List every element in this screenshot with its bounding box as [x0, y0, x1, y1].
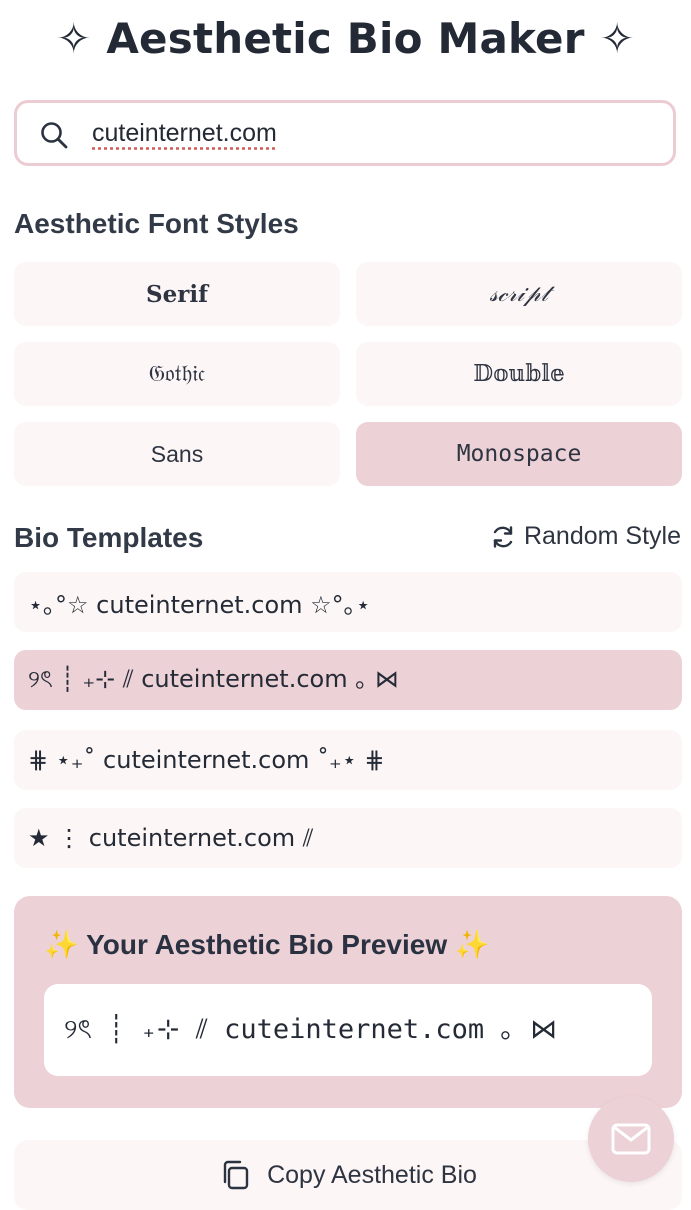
font-option-double[interactable]: 𝔻𝕠𝕦𝕓𝕝𝕖 — [356, 342, 682, 406]
copy-icon — [223, 1160, 249, 1190]
contact-button[interactable] — [588, 1096, 674, 1182]
template-item[interactable]: ୨ৎ ┊ ₊⊹ ⫽ cuteinternet.com ｡ ⋈ — [14, 650, 682, 710]
template-item[interactable]: ⋕ ⋆₊˚ cuteinternet.com ˚₊⋆ ⋕ — [14, 730, 682, 790]
font-option-sans[interactable]: Sans — [14, 422, 340, 486]
search-field[interactable]: cuteinternet.com — [14, 100, 676, 166]
random-style-label: Random Style — [523, 522, 681, 550]
search-icon — [39, 120, 69, 150]
template-item[interactable]: ⋆｡°☆ cuteinternet.com ☆°｡⋆ — [14, 572, 682, 632]
templates-heading: Bio Templates — [14, 522, 204, 553]
preview-output: ୨ৎ ┊ ₊⊹ ⫽ cuteinternet.com ｡ ⋈ — [44, 984, 652, 1076]
font-option-serif[interactable]: Serif — [14, 262, 340, 326]
page-title: ✧ Aesthetic Bio Maker ✧ — [56, 14, 635, 63]
preview-title: ✨ Your Aesthetic Bio Preview ✨ — [44, 929, 490, 960]
font-option-gothic[interactable]: 𝔊𝔬𝔱𝔥𝔦𝔠 — [14, 342, 340, 406]
copy-bio-label: Copy Aesthetic Bio — [267, 1160, 477, 1189]
search-input[interactable]: cuteinternet.com — [92, 119, 277, 148]
random-style-button[interactable]: Random Style — [490, 522, 681, 551]
template-item[interactable]: ★ ⋮ cuteinternet.com ⫽ — [14, 808, 682, 868]
font-option-monospace[interactable]: Monospace — [356, 422, 682, 486]
font-styles-heading: Aesthetic Font Styles — [14, 208, 299, 239]
refresh-icon — [493, 525, 513, 548]
preview-card: ✨ Your Aesthetic Bio Preview ✨ ୨ৎ ┊ ₊⊹ ⫽… — [14, 896, 682, 1108]
font-option-script[interactable]: 𝓈𝒸𝓇𝒾𝓅𝓉 — [356, 262, 682, 326]
mail-icon — [611, 1123, 651, 1155]
